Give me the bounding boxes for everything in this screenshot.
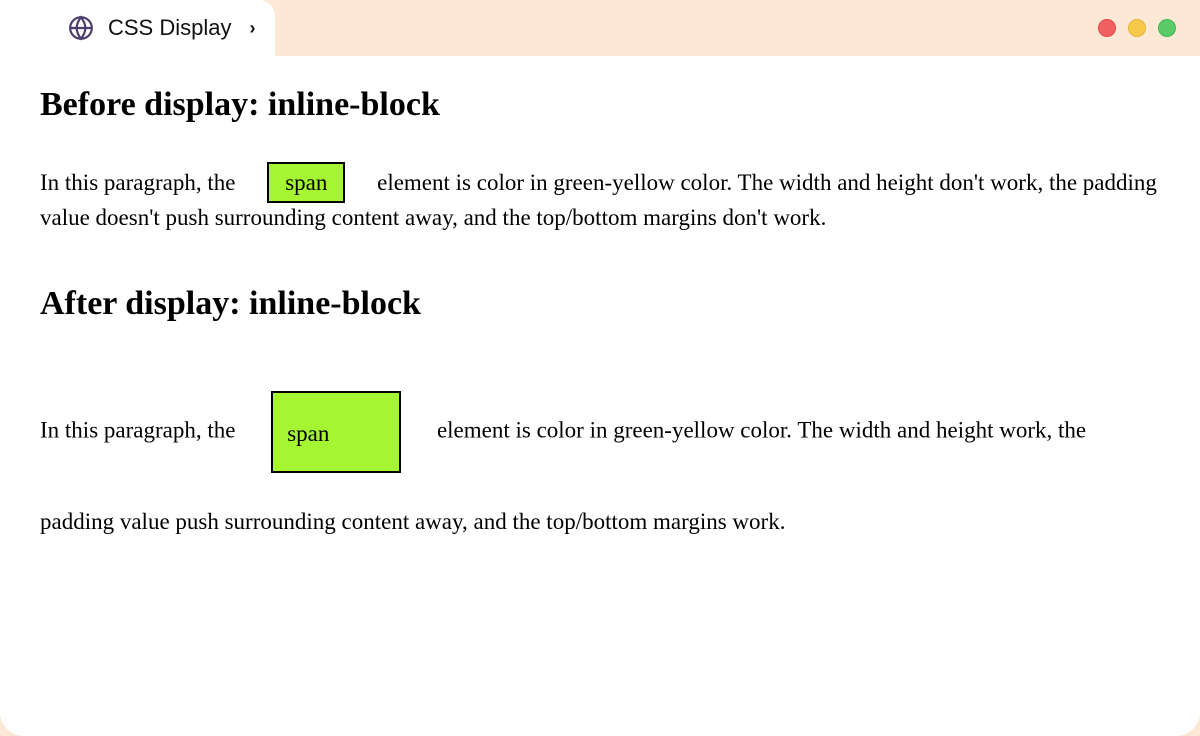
page-content: Before display: inline-block In this par… — [0, 56, 1200, 736]
para2-text-before: In this paragraph, the — [40, 417, 241, 442]
heading-before: Before display: inline-block — [40, 86, 1160, 124]
globe-icon — [68, 15, 94, 41]
browser-bar: CSS Display › — [0, 0, 1200, 56]
minimize-window-button[interactable] — [1128, 19, 1146, 37]
tab-title: CSS Display — [108, 15, 231, 41]
paragraph-before: In this paragraph, the span element is c… — [40, 166, 1160, 235]
close-window-button[interactable] — [1098, 19, 1116, 37]
para1-text-before: In this paragraph, the — [40, 170, 241, 195]
heading-after: After display: inline-block — [40, 285, 1160, 323]
browser-tab[interactable]: CSS Display › — [24, 0, 275, 56]
window-controls — [1098, 19, 1176, 37]
span-demo-inline: span — [267, 162, 345, 203]
maximize-window-button[interactable] — [1158, 19, 1176, 37]
span-demo-inline-block: span — [271, 391, 401, 473]
paragraph-after: In this paragraph, the span element is c… — [40, 365, 1160, 545]
chevron-right-icon: › — [249, 18, 255, 39]
